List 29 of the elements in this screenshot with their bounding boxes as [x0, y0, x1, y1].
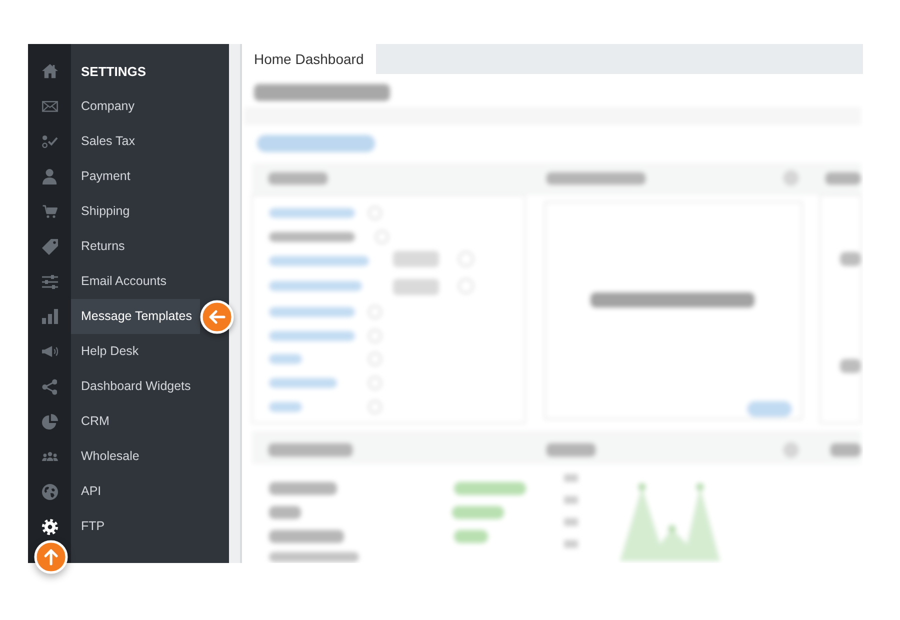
- sidebar-item[interactable]: Email Accounts: [71, 264, 229, 299]
- sidebar-item[interactable]: Dashboard Widgets: [71, 369, 229, 404]
- envelope-icon[interactable]: [42, 101, 58, 112]
- home-icon[interactable]: [42, 64, 58, 79]
- megaphone-icon[interactable]: [42, 346, 58, 357]
- sidebar-item[interactable]: Company: [71, 89, 229, 124]
- dots-check-icon[interactable]: [42, 134, 58, 148]
- sidebar-item[interactable]: Payment: [71, 159, 229, 194]
- pie-chart-icon[interactable]: [42, 414, 58, 430]
- sidebar-title: SETTINGS: [80, 63, 148, 81]
- sidebar-item[interactable]: API: [71, 474, 229, 509]
- cart-icon[interactable]: [42, 204, 58, 218]
- user-icon[interactable]: [42, 168, 58, 184]
- bar-chart-icon[interactable]: [42, 309, 58, 324]
- people-icon[interactable]: [42, 452, 58, 462]
- sidebar-item[interactable]: CRM: [71, 404, 229, 439]
- tab[interactable]: Home Dashboard: [242, 44, 376, 74]
- sidebar-item[interactable]: Message Templates: [71, 299, 200, 334]
- sidebar-item[interactable]: Shipping: [71, 194, 229, 229]
- sidebar-item[interactable]: Returns: [71, 229, 229, 264]
- sidebar-item[interactable]: Help Desk: [71, 334, 229, 369]
- tag-icon[interactable]: [42, 238, 58, 254]
- sidebar-item[interactable]: FTP: [71, 509, 229, 544]
- sliders-icon[interactable]: [42, 274, 58, 288]
- settings-icon[interactable]: [42, 518, 58, 534]
- sidebar-item[interactable]: Wholesale: [71, 439, 229, 474]
- sidebar-item[interactable]: Sales Tax: [71, 124, 229, 159]
- share-icon[interactable]: [42, 378, 58, 394]
- globe-icon[interactable]: [42, 484, 58, 500]
